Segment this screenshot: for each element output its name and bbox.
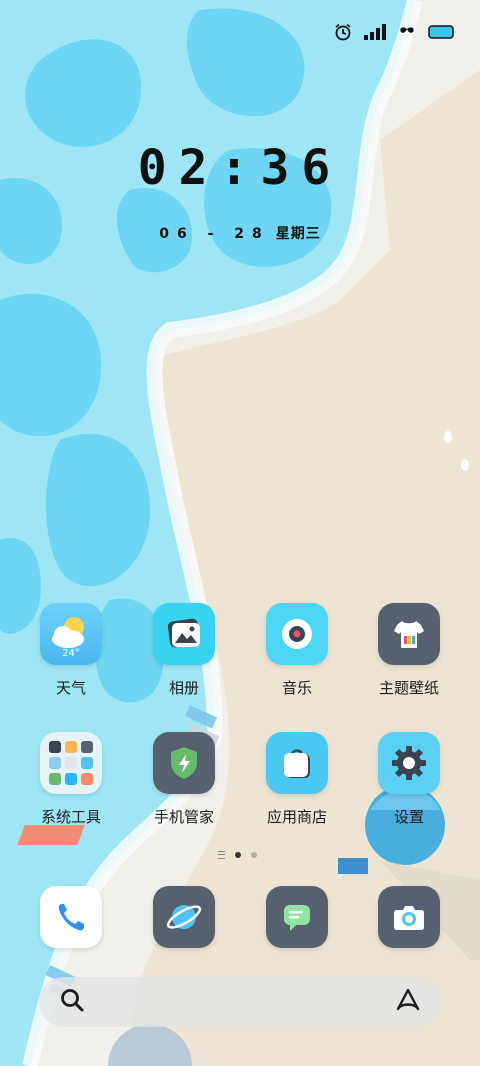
app-label: 手机管家 (153, 808, 214, 826)
app-security[interactable]: 手机管家 (134, 732, 234, 827)
weather-temp: 24° (62, 648, 80, 659)
search-bar[interactable] (39, 977, 441, 1027)
theme-icon (378, 603, 440, 665)
clock[interactable]: 02:36 (0, 140, 480, 196)
app-gallery[interactable]: 相册 (134, 603, 234, 698)
date-text: 06 - 28 (159, 226, 270, 242)
app-label: 系统工具 (40, 808, 101, 826)
weather-icon: 24° (40, 603, 102, 665)
date: 06 - 28 星期三 (0, 223, 480, 243)
app-label: 设置 (393, 808, 424, 826)
app-music[interactable]: 音乐 (247, 603, 347, 698)
signal-icon (364, 24, 386, 40)
message-icon (266, 886, 328, 948)
leaf-icon (398, 23, 416, 41)
assistant-icon[interactable] (395, 987, 421, 1017)
phone-icon (40, 886, 102, 948)
battery-icon (428, 25, 454, 39)
shield-icon (153, 732, 215, 794)
gallery-icon (153, 603, 215, 665)
app-label: 应用商店 (266, 808, 327, 826)
store-icon (266, 732, 328, 794)
alarm-icon (334, 23, 352, 41)
app-settings[interactable]: 设置 (359, 732, 459, 827)
music-icon (266, 603, 328, 665)
dock-messages[interactable] (247, 886, 347, 948)
app-weather[interactable]: 24° 天气 (21, 603, 121, 698)
status-bar (334, 18, 454, 46)
app-label: 主题壁纸 (378, 679, 439, 697)
browser-icon (153, 886, 215, 948)
page-dot-active (235, 852, 241, 858)
app-themes[interactable]: 主题壁纸 (359, 603, 459, 698)
camera-icon (378, 886, 440, 948)
app-label: 音乐 (281, 679, 312, 697)
app-system-tools[interactable]: 系统工具 (21, 732, 121, 827)
app-label: 天气 (55, 679, 86, 697)
gear-icon (378, 732, 440, 794)
page-indicator[interactable] (218, 851, 257, 859)
page-list-icon (218, 851, 225, 859)
page-dot (251, 852, 257, 858)
folder-icon (40, 732, 102, 794)
dock-phone[interactable] (21, 886, 121, 948)
weekday-text: 星期三 (275, 226, 321, 242)
search-icon[interactable] (59, 987, 85, 1017)
app-store[interactable]: 应用商店 (247, 732, 347, 827)
dock-camera[interactable] (359, 886, 459, 948)
dock-browser[interactable] (134, 886, 234, 948)
app-label: 相册 (168, 679, 199, 697)
